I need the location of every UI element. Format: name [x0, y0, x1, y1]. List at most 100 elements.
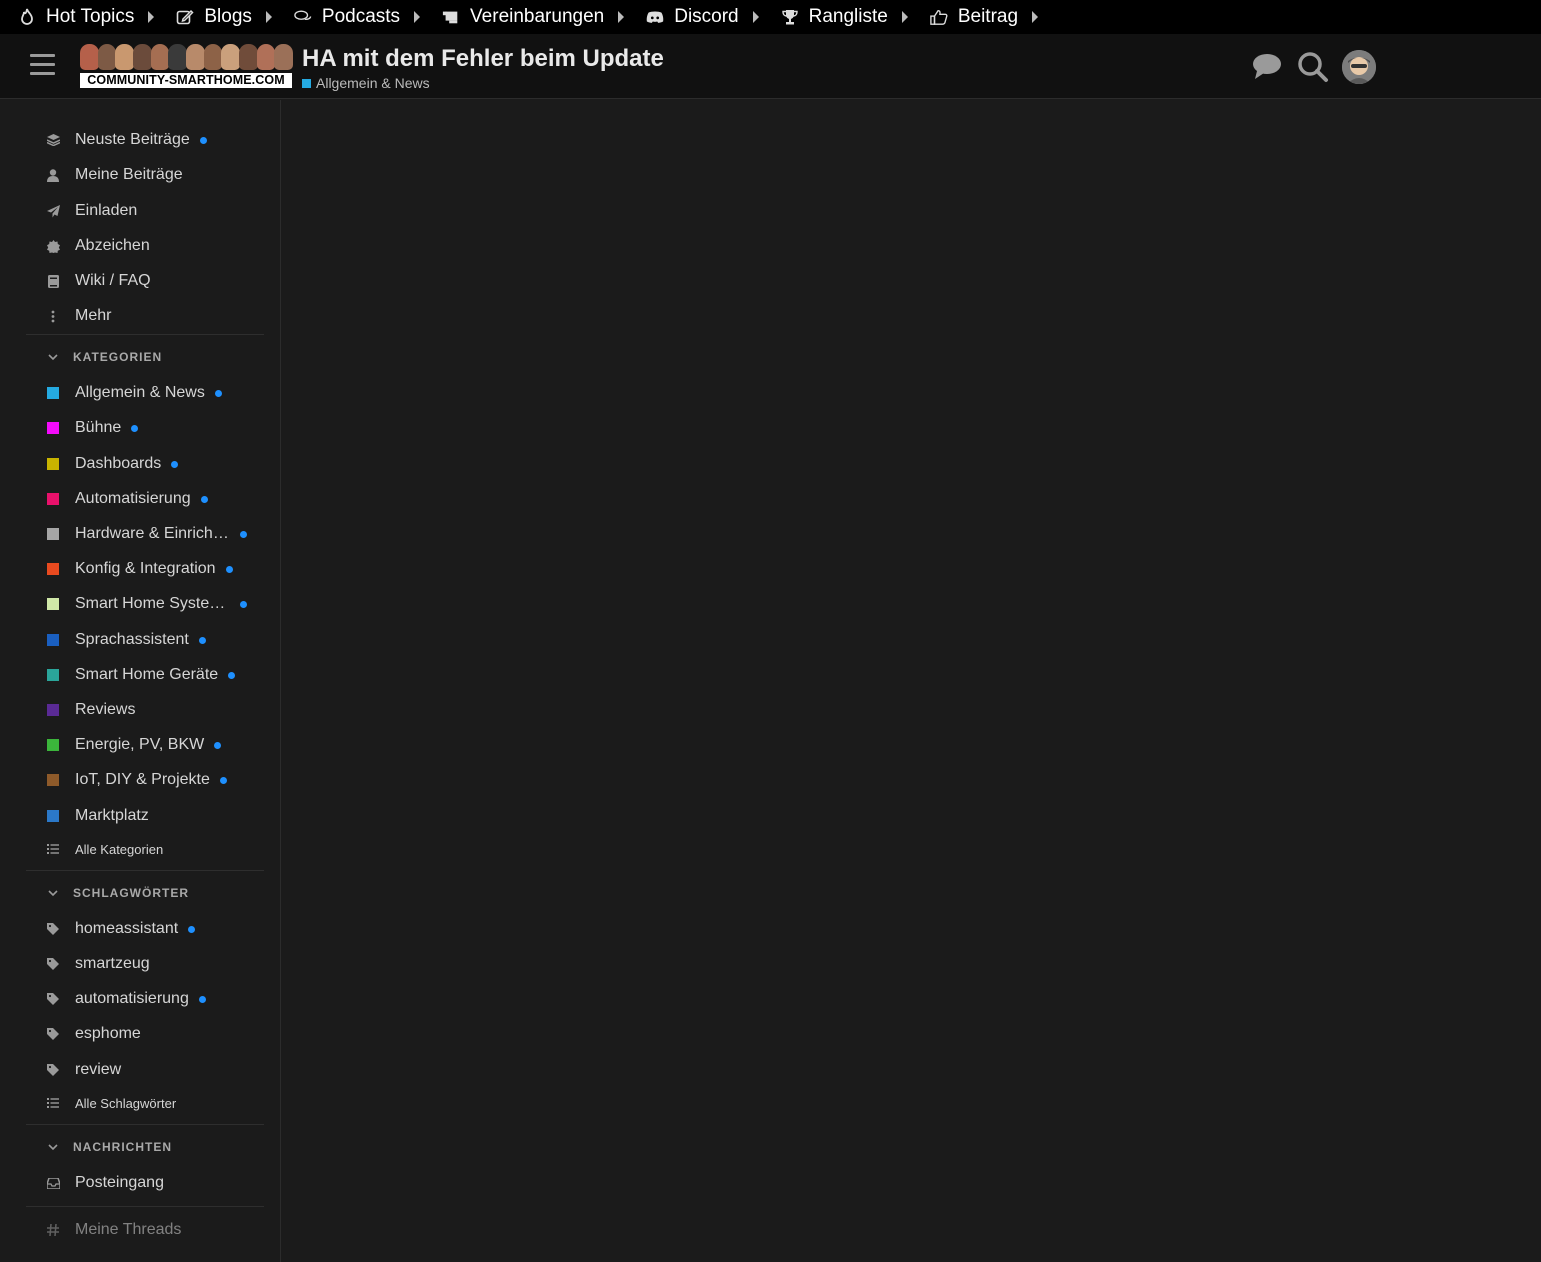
topnav-beitrag[interactable]: Beitrag [930, 6, 1039, 28]
topnav-blogs[interactable]: Blogs [176, 6, 272, 28]
user-avatar[interactable] [1342, 50, 1376, 84]
hamburger-menu-icon[interactable] [30, 54, 55, 78]
topnav-rangliste[interactable]: Rangliste [781, 6, 908, 28]
sidebar-section-nachrichten[interactable]: NACHRICHTEN [26, 1137, 264, 1157]
sidebar-item-posteingang[interactable]: Posteingang [26, 1168, 264, 1198]
sidebar-tag-automatisierung[interactable]: automatisierung [26, 984, 264, 1014]
sidebar-item-wiki-faq[interactable]: Wiki / FAQ [26, 266, 264, 296]
sidebar-all-tags[interactable]: Alle Schlagwörter [26, 1088, 264, 1118]
sidebar-category-iot-diy[interactable]: IoT, DIY & Projekte [26, 765, 264, 795]
sidebar-category-allgemein-news[interactable]: Allgemein & News [26, 378, 264, 408]
logo-text: COMMUNITY-SMARTHOME.COM [80, 73, 292, 88]
category-color-square [47, 528, 59, 540]
topnav-label: Rangliste [808, 6, 888, 27]
sidebar-tag-review[interactable]: review [26, 1055, 264, 1085]
category-color-square [47, 422, 59, 434]
sidebar-divider [26, 334, 264, 335]
chat-icon[interactable] [1251, 51, 1283, 83]
category-color-square [47, 810, 59, 822]
topnav-hot-topics[interactable]: Hot Topics [18, 6, 155, 28]
category-label: Dashboards [75, 455, 162, 472]
sidebar-category-energie[interactable]: Energie, PV, BKW [26, 730, 264, 760]
sidebar-category-hardware[interactable]: Hardware & Einrichtung [26, 519, 264, 549]
sidebar-all-categories[interactable]: Alle Kategorien [26, 834, 264, 864]
sidebar-divider [26, 1206, 264, 1207]
category-label: Sprachassistent [75, 631, 189, 648]
category-color-square [47, 493, 59, 505]
topnav-discord[interactable]: Discord [646, 6, 759, 28]
main-content [282, 100, 1541, 1262]
topnav-label: Beitrag [957, 6, 1019, 27]
sidebar-item-einladen[interactable]: Einladen [26, 196, 264, 226]
tag-label: automatisierung [75, 990, 189, 1007]
sidebar-category-sprachassistent[interactable]: Sprachassistent [26, 625, 264, 655]
caret-right-icon [901, 11, 908, 23]
sidebar-category-smart-home-geraete[interactable]: Smart Home Geräte [26, 660, 264, 690]
sidebar-item-label: Posteingang [75, 1174, 164, 1191]
sidebar-item-label: Alle Schlagwörter [75, 1095, 177, 1111]
caret-right-icon [414, 11, 421, 23]
sidebar-tag-smartzeug[interactable]: smartzeug [26, 949, 264, 979]
sidebar-item-mehr[interactable]: Mehr [26, 301, 264, 331]
sidebar-category-reviews[interactable]: Reviews [26, 695, 264, 725]
category-label: Smart Home Systeme [75, 595, 230, 612]
sidebar-category-automatisierung[interactable]: Automatisierung [26, 484, 264, 514]
sidebar-item-abzeichen[interactable]: Abzeichen [26, 231, 264, 261]
sidebar-item-label: Mehr [75, 307, 112, 324]
category-label: Reviews [75, 701, 136, 718]
hashtag-icon [46, 1223, 60, 1237]
category-label: Smart Home Geräte [75, 666, 219, 683]
topnav-label: Vereinbarungen [470, 6, 605, 27]
book-icon [46, 274, 60, 288]
sidebar-section-schlagwoerter[interactable]: SCHLAGWÖRTER [26, 883, 264, 903]
sidebar-category-buehne[interactable]: Bühne [26, 413, 264, 443]
sidebar-tag-esphome[interactable]: esphome [26, 1019, 264, 1049]
caret-right-icon [618, 11, 625, 23]
category-color-square [47, 387, 59, 399]
topnav-label: Discord [674, 6, 739, 27]
sidebar-item-label: Wiki / FAQ [75, 272, 151, 289]
certificate-icon [46, 239, 60, 253]
sidebar-item-neuste-beitraege[interactable]: Neuste Beiträge [26, 125, 264, 155]
category-label: Automatisierung [75, 490, 191, 507]
caret-right-icon [1032, 11, 1039, 23]
new-indicator-dot [214, 741, 222, 749]
topic-title[interactable]: HA mit dem Fehler beim Update [302, 45, 664, 73]
category-label: Energie, PV, BKW [75, 736, 205, 753]
topnav-label: Podcasts [321, 6, 401, 27]
sidebar-item-label: Neuste Beiträge [75, 131, 190, 148]
site-logo[interactable]: COMMUNITY-SMARTHOME.COM [80, 44, 294, 88]
comments-icon [294, 8, 312, 26]
top-custom-nav: Hot Topics Blogs Podcasts Vereinbarungen… [0, 0, 1541, 34]
category-color-square [47, 634, 59, 646]
new-indicator-dot [198, 995, 206, 1003]
site-header: COMMUNITY-SMARTHOME.COM HA mit dem Fehle… [0, 34, 1541, 99]
new-indicator-dot [200, 495, 208, 503]
sidebar-divider [26, 870, 264, 871]
trophy-icon [781, 8, 799, 26]
sidebar-tag-homeassistant[interactable]: homeassistant [26, 914, 264, 944]
edit-icon [176, 8, 194, 26]
sidebar-item-label: Meine Threads [75, 1221, 182, 1238]
tag-icon [46, 1063, 60, 1077]
topic-category-badge[interactable]: Allgemein & News [302, 75, 430, 91]
sidebar-item-meine-threads[interactable]: Meine Threads [26, 1215, 264, 1245]
new-indicator-dot [198, 636, 206, 644]
sidebar-item-meine-beitraege[interactable]: Meine Beiträge [26, 160, 264, 190]
new-indicator-dot [219, 776, 227, 784]
caret-right-icon [752, 11, 759, 23]
search-icon[interactable] [1297, 51, 1329, 83]
topnav-podcasts[interactable]: Podcasts [294, 6, 421, 28]
tag-icon [46, 922, 60, 936]
sidebar-item-label: Einladen [75, 202, 138, 219]
sidebar-category-konfig[interactable]: Konfig & Integration [26, 554, 264, 584]
sidebar-category-smart-home-systeme[interactable]: Smart Home Systeme [26, 589, 264, 619]
sidebar-category-marktplatz[interactable]: Marktplatz [26, 801, 264, 831]
tag-label: smartzeug [75, 955, 150, 972]
tag-label: esphome [75, 1025, 141, 1042]
new-indicator-dot [225, 565, 233, 573]
new-indicator-dot [214, 389, 222, 397]
sidebar-category-dashboards[interactable]: Dashboards [26, 449, 264, 479]
sidebar-section-kategorien[interactable]: KATEGORIEN [26, 347, 264, 367]
topnav-vereinbarungen[interactable]: Vereinbarungen [442, 6, 625, 28]
